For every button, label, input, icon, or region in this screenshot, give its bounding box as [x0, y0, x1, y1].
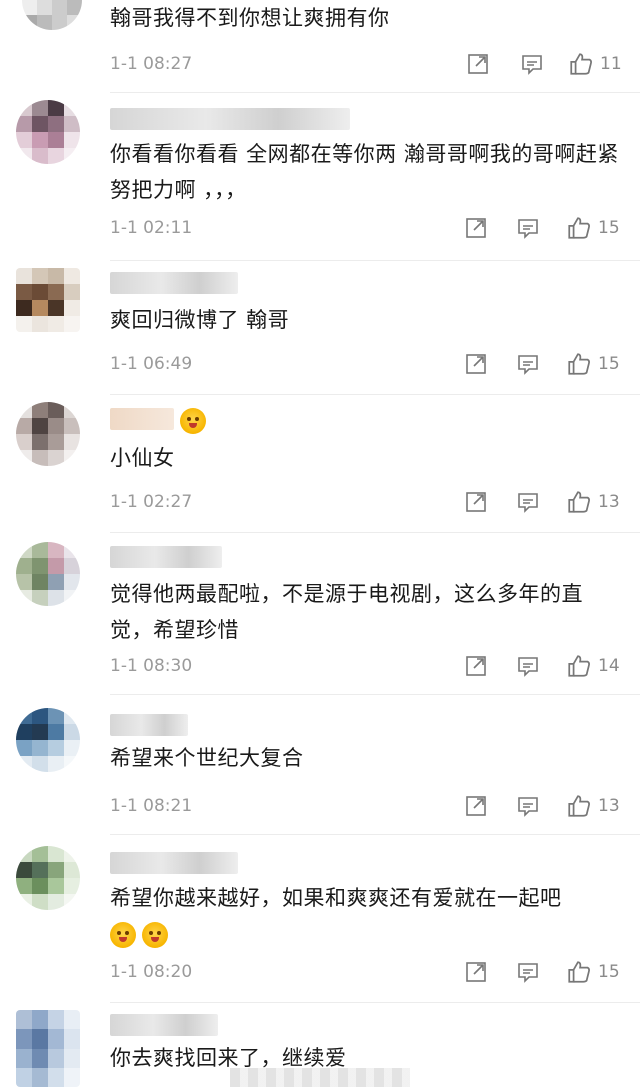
like-button[interactable]: 11	[568, 50, 622, 78]
share-icon[interactable]	[462, 214, 490, 242]
share-icon[interactable]	[462, 652, 490, 680]
divider	[110, 1002, 640, 1003]
comment-time: 1-1 08:21	[110, 796, 193, 816]
comment-time: 1-1 02:11	[110, 218, 193, 238]
comment-icon[interactable]	[518, 50, 546, 78]
thumbs-up-icon	[568, 655, 590, 677]
share-icon[interactable]	[464, 50, 492, 78]
like-button[interactable]: 13	[566, 792, 620, 820]
divider	[110, 834, 640, 835]
like-count: 15	[598, 354, 620, 374]
comment-meta: 1-1 02:27 13	[110, 488, 640, 518]
comment-time: 1-1 08:20	[110, 962, 193, 982]
avatar[interactable]	[16, 846, 80, 910]
comment-icon[interactable]	[514, 652, 542, 680]
username[interactable]	[110, 408, 174, 430]
divider	[110, 394, 640, 395]
username[interactable]	[110, 108, 350, 130]
thumbs-up-icon	[568, 353, 590, 375]
avatar[interactable]	[16, 542, 80, 606]
comment-feed: 翰哥我得不到你想让爽拥有你 1-1 08:27 11 你看看你看看 全网都在等你…	[0, 0, 640, 1087]
share-icon[interactable]	[462, 488, 490, 516]
comment-text: 翰哥我得不到你想让爽拥有你	[110, 6, 390, 30]
username[interactable]	[110, 714, 188, 736]
blushing-emoji-icon	[142, 922, 168, 948]
avatar[interactable]	[16, 1010, 80, 1087]
divider	[110, 92, 640, 93]
comment-meta: 1-1 08:27 11	[110, 50, 640, 80]
like-count: 11	[600, 54, 622, 74]
like-count: 13	[598, 492, 620, 512]
comment-text: 爽回归微博了 翰哥	[110, 308, 290, 332]
divider	[110, 532, 640, 533]
avatar[interactable]	[16, 100, 80, 164]
comment-text: 觉得他两最配啦，不是源于电视剧，这么多年的直觉，希望珍惜	[110, 582, 583, 642]
comment-time: 1-1 08:30	[110, 656, 193, 676]
comment-text: 希望来个世纪大复合	[110, 746, 304, 770]
like-count: 15	[598, 218, 620, 238]
share-icon[interactable]	[462, 350, 490, 378]
like-button[interactable]: 13	[566, 488, 620, 516]
comment-text: 小仙女	[110, 446, 175, 470]
avatar[interactable]	[16, 402, 80, 466]
comment-icon[interactable]	[514, 958, 542, 986]
comment-meta: 1-1 08:30 14	[110, 652, 640, 682]
like-button[interactable]: 14	[566, 652, 620, 680]
comment-text-body: 希望你越来越好，如果和爽爽还有爱就在一起吧	[110, 886, 562, 910]
comment-meta: 1-1 08:21 13	[110, 792, 640, 822]
divider	[110, 260, 640, 261]
comment-meta: 1-1 08:20 15	[110, 958, 640, 988]
like-button[interactable]: 15	[566, 214, 620, 242]
avatar[interactable]	[22, 0, 82, 30]
thumbs-up-icon	[568, 961, 590, 983]
share-icon[interactable]	[462, 958, 490, 986]
thumbs-up-icon	[568, 491, 590, 513]
like-count: 13	[598, 796, 620, 816]
comment-text: 你看看你看看 全网都在等你两 瀚哥哥啊我的哥啊赶紧努把力啊 ，，，	[110, 142, 619, 202]
blushing-emoji-icon	[110, 922, 136, 948]
comment-icon[interactable]	[514, 488, 542, 516]
crown-emoji-icon	[180, 408, 206, 434]
comment-text: 希望你越来越好，如果和爽爽还有爱就在一起吧	[110, 880, 620, 952]
username[interactable]	[110, 546, 222, 568]
username[interactable]	[110, 1014, 218, 1036]
username[interactable]	[110, 852, 238, 874]
comment-meta: 1-1 06:49 15	[110, 350, 640, 380]
like-button[interactable]: 15	[566, 350, 620, 378]
thumbs-up-icon	[568, 217, 590, 239]
username[interactable]	[110, 272, 238, 294]
divider	[110, 694, 640, 695]
comment-icon[interactable]	[514, 350, 542, 378]
comment-meta: 1-1 02:11 15	[110, 214, 640, 244]
like-count: 15	[598, 962, 620, 982]
like-count: 14	[598, 656, 620, 676]
share-icon[interactable]	[462, 792, 490, 820]
comment-time: 1-1 02:27	[110, 492, 193, 512]
avatar[interactable]	[16, 268, 80, 332]
avatar[interactable]	[16, 708, 80, 772]
comment-time: 1-1 06:49	[110, 354, 193, 374]
comment-time: 1-1 08:27	[110, 54, 193, 74]
comment-icon[interactable]	[514, 214, 542, 242]
watermark	[230, 1068, 410, 1087]
like-button[interactable]: 15	[566, 958, 620, 986]
thumbs-up-icon	[568, 795, 590, 817]
thumbs-up-icon	[570, 53, 592, 75]
comment-icon[interactable]	[514, 792, 542, 820]
